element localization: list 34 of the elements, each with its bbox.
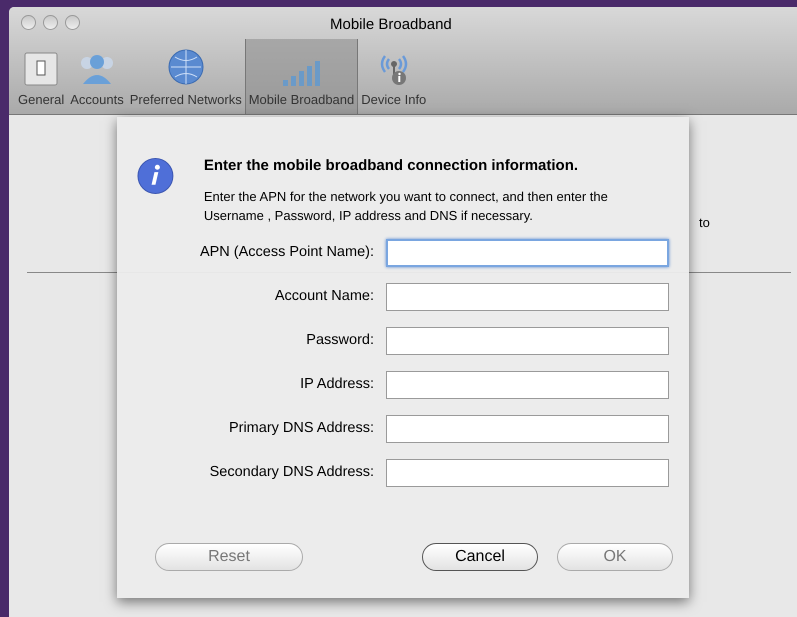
tab-label: Mobile Broadband [248, 90, 354, 108]
field-label: Account Name: [274, 286, 375, 306]
dialog-button[interactable]: Cancel [422, 543, 538, 571]
tab-label: General [18, 90, 64, 108]
dialog-heading: Enter the mobile broadband connection information. [204, 156, 580, 176]
globe-icon [166, 48, 205, 86]
info-icon [137, 157, 174, 195]
tab-label: Preferred Networks [130, 90, 242, 108]
close-button[interactable] [21, 15, 36, 30]
signal-bars-icon [281, 60, 322, 86]
input-field[interactable] [386, 326, 669, 354]
switch-icon [24, 52, 58, 86]
toolbar-tab[interactable]: Mobile Broadband [244, 38, 358, 114]
toolbar-tab[interactable]: Accounts [67, 38, 127, 114]
input-field[interactable] [386, 282, 669, 310]
toolbar-tab[interactable]: Preferred Networks [126, 38, 245, 114]
toolbar-tab[interactable]: Device Info [358, 38, 430, 114]
dialog-message: Enter the APN for the network you want to connect, and then enter the Username , Password, IP address and DNS if necessary. [204, 188, 609, 224]
tab-label: Accounts [70, 90, 124, 108]
zoom-button[interactable] [65, 15, 80, 30]
field-label: APN (Access Point Name): [198, 242, 375, 262]
input-field[interactable] [386, 370, 669, 398]
input-field[interactable] [386, 458, 669, 486]
field-label: Secondary DNS Address: [208, 462, 375, 482]
input-field[interactable] [386, 414, 669, 442]
toolbar-tab[interactable]: General [15, 38, 68, 114]
background-text: to [699, 214, 710, 232]
field-label: Primary DNS Address: [228, 418, 375, 438]
minimize-button[interactable] [43, 15, 58, 30]
field-label: IP Address: [299, 374, 375, 394]
window-title: Mobile Broadband [330, 15, 452, 35]
input-field[interactable] [386, 238, 669, 266]
tab-label: Device Info [361, 90, 426, 108]
field-label: Password: [305, 330, 375, 350]
